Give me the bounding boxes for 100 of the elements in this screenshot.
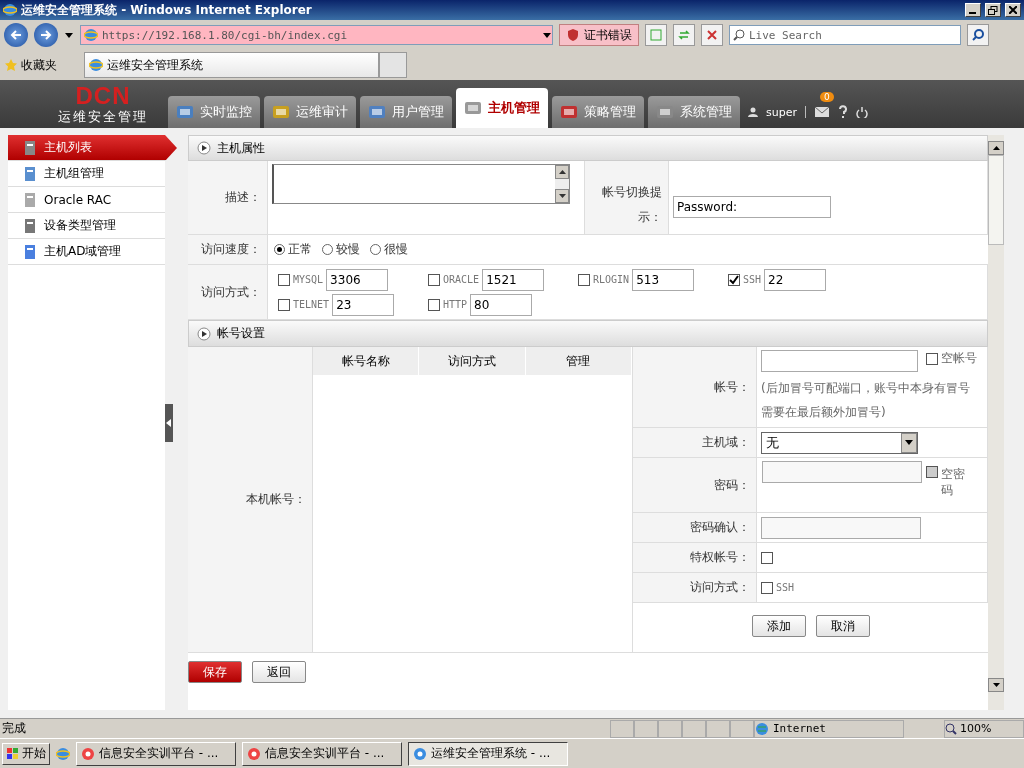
refresh-button[interactable] <box>673 24 695 46</box>
protocol-label: MYSQL <box>293 274 324 285</box>
minimize-button[interactable] <box>965 3 981 17</box>
field-label: 访问速度： <box>188 235 268 264</box>
close-icon <box>707 30 717 40</box>
caret-icon <box>542 30 552 40</box>
shield-icon <box>566 28 580 42</box>
magnifier-icon <box>945 722 957 735</box>
section-header[interactable]: 帐号设置 <box>188 320 988 347</box>
restore-icon <box>988 5 998 15</box>
taskbar-item[interactable]: 信息安全实训平台 - ... <box>76 741 236 766</box>
port-field[interactable]: 3306 <box>326 268 389 291</box>
field-label: 描述： <box>188 161 268 234</box>
option-label: 较慢 <box>336 241 360 258</box>
checkbox[interactable] <box>761 551 773 564</box>
checkbox-label: 空密码 <box>941 466 966 498</box>
protocol-label: ORACLE <box>443 274 480 285</box>
zoom-button[interactable]: 100% <box>944 719 1024 738</box>
status-pane <box>658 719 682 738</box>
browser-icon <box>413 746 427 761</box>
radio-button[interactable] <box>370 244 381 255</box>
start-button[interactable]: 开始 <box>2 742 50 765</box>
column-header: 管理 <box>525 347 632 375</box>
globe-e-icon <box>84 28 98 42</box>
checkbox[interactable] <box>761 581 773 594</box>
port-field[interactable]: 80 <box>470 293 533 316</box>
checkbox[interactable] <box>926 352 938 365</box>
protocol-label: HTTP <box>443 299 468 310</box>
nav-tab[interactable]: 主机管理 <box>456 88 548 128</box>
zone-text: Internet <box>773 722 826 735</box>
scrollbar-thumb[interactable] <box>988 155 1004 245</box>
taskbar-item[interactable]: 信息安全实训平台 - ... <box>242 741 402 766</box>
scrollbar[interactable] <box>988 135 1004 710</box>
speed-option[interactable]: 较慢 <box>322 241 360 258</box>
refresh-icon <box>678 29 690 41</box>
favorites-button[interactable]: 收藏夹 <box>4 56 74 74</box>
taskbar-item[interactable]: 运维安全管理系统 - ... <box>408 741 568 766</box>
certificate-error-button[interactable]: 证书错误 <box>559 24 639 46</box>
radio-button[interactable] <box>322 244 333 255</box>
column-header: 帐号名称 <box>313 347 420 375</box>
forward-button[interactable] <box>34 23 58 47</box>
browser-tab[interactable]: 运维安全管理系统 <box>84 52 379 78</box>
scroll-down-icon <box>555 189 569 203</box>
port-field[interactable]: 513 <box>632 268 695 291</box>
password-field[interactable] <box>762 461 922 483</box>
checkbox[interactable] <box>278 298 290 311</box>
port-field[interactable]: 22 <box>764 268 827 291</box>
section-title: 主机属性 <box>217 139 265 157</box>
switch-hint-field[interactable]: Password: <box>673 196 831 218</box>
page-icon <box>650 29 662 41</box>
server-icon <box>22 139 38 156</box>
compatibility-button[interactable] <box>645 24 667 46</box>
port-field[interactable]: 1521 <box>482 268 545 291</box>
back-button[interactable]: 返回 <box>252 661 306 683</box>
checkbox[interactable] <box>428 273 440 286</box>
back-button[interactable] <box>4 23 28 47</box>
description-field[interactable] <box>272 164 570 204</box>
logout-icon <box>856 106 868 118</box>
logo-subtitle: 运维安全管理 <box>58 108 148 126</box>
save-button[interactable]: 保存 <box>188 661 242 683</box>
restore-button[interactable] <box>985 3 1001 17</box>
protocol-label: TELNET <box>293 299 330 310</box>
mail-icon <box>814 106 830 118</box>
windows-flag-icon <box>6 746 20 761</box>
add-button[interactable]: 添加 <box>751 615 806 637</box>
expand-icon <box>197 141 211 155</box>
nav-tab[interactable]: 实时监控 <box>168 96 260 128</box>
option-label: 正常 <box>288 241 312 258</box>
window-title: 运维安全管理系统 - Windows Internet Explorer <box>21 1 313 19</box>
close-button[interactable] <box>1005 3 1021 17</box>
collapse-handle[interactable] <box>165 403 173 442</box>
server-icon <box>22 217 38 234</box>
nav-tab[interactable]: 系统管理 <box>648 96 740 128</box>
radio-button[interactable] <box>274 244 285 255</box>
browser-icon <box>81 746 95 761</box>
account-field[interactable] <box>761 350 918 372</box>
stop-button[interactable] <box>701 24 723 46</box>
checkbox[interactable] <box>278 273 290 286</box>
search-button[interactable] <box>967 24 989 46</box>
hint-text: (后加冒号可配端口，账号中本身有冒号需要在最后额外加冒号) <box>761 380 971 421</box>
section-header[interactable]: 主机属性 <box>188 135 988 161</box>
port-field[interactable]: 23 <box>332 293 395 316</box>
scroll-up-icon[interactable] <box>988 141 1004 155</box>
scroll-down-icon[interactable] <box>988 678 1004 692</box>
checkbox[interactable] <box>578 273 590 286</box>
checkbox[interactable] <box>728 273 740 286</box>
speed-option[interactable]: 正常 <box>274 241 312 258</box>
cancel-button[interactable]: 取消 <box>815 615 870 637</box>
nav-tab[interactable]: 运维审计 <box>264 96 356 128</box>
checkbox[interactable] <box>428 298 440 311</box>
status-pane <box>634 719 658 738</box>
password-confirm-field[interactable] <box>761 516 921 539</box>
caret-icon <box>64 30 74 40</box>
speed-option[interactable]: 很慢 <box>370 241 408 258</box>
sidebar-item[interactable]: 主机列表 <box>8 135 177 161</box>
address-field[interactable]: https://192.168.1.80/cgi-bh/index.cgi <box>80 25 553 45</box>
nav-tab[interactable]: 用户管理 <box>360 96 452 128</box>
nav-tab[interactable]: 策略管理 <box>552 96 644 128</box>
domain-select[interactable]: 无 <box>761 431 918 454</box>
search-field[interactable]: Live Search <box>729 25 961 45</box>
